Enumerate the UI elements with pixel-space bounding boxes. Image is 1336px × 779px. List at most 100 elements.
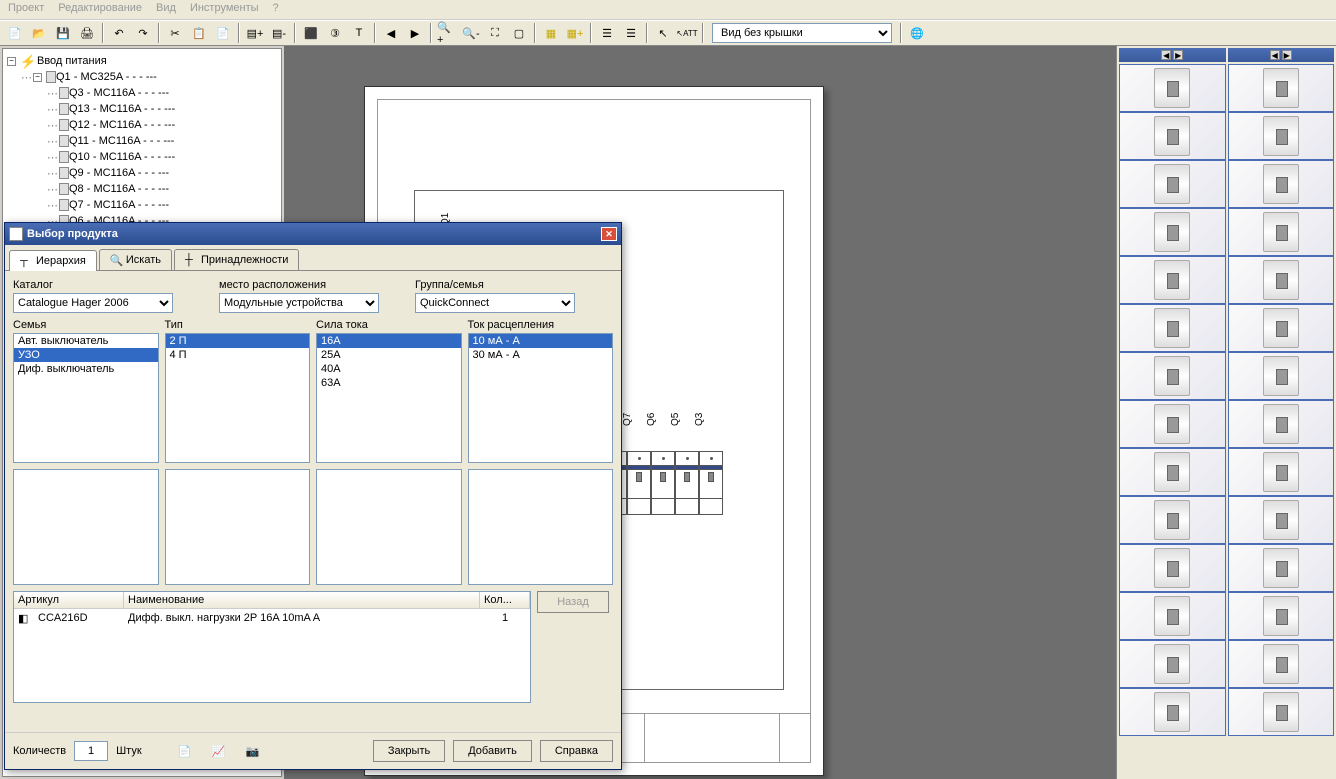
col-name[interactable]: Наименование <box>124 592 480 608</box>
list-item[interactable]: Авт. выключатель <box>14 334 158 348</box>
paste-icon[interactable]: 📄 <box>212 22 234 44</box>
menu-tools[interactable]: Инструменты <box>190 2 259 17</box>
copy-icon[interactable]: 📋 <box>188 22 210 44</box>
tab-search[interactable]: 🔍 Искать <box>99 249 172 270</box>
palette-item[interactable] <box>1228 304 1335 352</box>
breaker-q6[interactable] <box>651 451 675 515</box>
marker2-icon[interactable]: ③ <box>324 22 346 44</box>
list2-icon[interactable]: ☰ <box>620 22 642 44</box>
tree-item[interactable]: Q3 - MС116A - - - --- <box>69 87 169 99</box>
palette-item[interactable] <box>1119 640 1226 688</box>
table-row[interactable]: ◧ CCA216D Дифф. выкл. нагрузки 2P 16A 10… <box>14 609 530 628</box>
palette-item[interactable] <box>1228 448 1335 496</box>
tree-item[interactable]: Q8 - MС116A - - - --- <box>69 183 169 195</box>
breaker-q7[interactable] <box>627 451 651 515</box>
close-icon[interactable]: ✕ <box>601 227 617 241</box>
open-icon[interactable]: 📂 <box>28 22 50 44</box>
palette-item[interactable] <box>1228 640 1335 688</box>
help-button[interactable]: Справка <box>540 740 613 762</box>
palette-item[interactable] <box>1119 208 1226 256</box>
current-listbox[interactable]: 16A25A40A63A <box>316 333 462 463</box>
palette-item[interactable] <box>1228 112 1335 160</box>
page-next-icon[interactable]: ▶ <box>404 22 426 44</box>
tree-item[interactable]: Q12 - MС116A - - - --- <box>69 119 175 131</box>
tree-item[interactable]: Q7 - MС116A - - - --- <box>69 199 169 211</box>
palette-item[interactable] <box>1119 592 1226 640</box>
palette-item[interactable] <box>1119 352 1226 400</box>
tree-item-q1[interactable]: Q1 - MС325A - - - --- <box>56 71 157 83</box>
palette-item[interactable] <box>1228 208 1335 256</box>
globe-icon[interactable]: 🌐 <box>906 22 928 44</box>
list-item[interactable]: 2 П <box>166 334 310 348</box>
list-item[interactable]: 63A <box>317 376 461 390</box>
list-item[interactable]: 10 мА - A <box>469 334 613 348</box>
catalog-select[interactable]: Catalogue Hager 2006 <box>13 293 173 313</box>
palette-item[interactable] <box>1119 688 1226 736</box>
palette-item[interactable] <box>1228 64 1335 112</box>
tree-root-label[interactable]: Ввод питания <box>37 55 107 67</box>
palette-item[interactable] <box>1228 352 1335 400</box>
palette-item[interactable] <box>1119 256 1226 304</box>
menu-project[interactable]: Проект <box>8 2 44 17</box>
col-qty[interactable]: Кол... <box>480 592 530 608</box>
menu-help[interactable]: ? <box>273 2 279 17</box>
palette-item[interactable] <box>1228 592 1335 640</box>
palette-item[interactable] <box>1228 496 1335 544</box>
palette-item[interactable] <box>1119 304 1226 352</box>
undo-icon[interactable]: ↶ <box>108 22 130 44</box>
group-select[interactable]: QuickConnect <box>415 293 575 313</box>
tree-item[interactable]: Q9 - MС116A - - - --- <box>69 167 169 179</box>
chart-icon[interactable]: 📈 <box>206 739 232 763</box>
list-item[interactable]: Диф. выключатель <box>14 362 158 376</box>
cut-icon[interactable]: ✂ <box>164 22 186 44</box>
save-icon[interactable]: 💾 <box>52 22 74 44</box>
dialog-titlebar[interactable]: Выбор продукта ✕ <box>5 223 621 245</box>
palette-item[interactable] <box>1119 112 1226 160</box>
palette-item[interactable] <box>1119 160 1226 208</box>
breaker-q5[interactable] <box>675 451 699 515</box>
add-row-icon[interactable]: ▤+ <box>244 22 266 44</box>
print-icon[interactable]: 🖨 <box>76 22 98 44</box>
qty-input[interactable] <box>74 741 108 761</box>
page-prev-icon[interactable]: ◀ <box>380 22 402 44</box>
panel1-icon[interactable]: ▦ <box>540 22 562 44</box>
redo-icon[interactable]: ↷ <box>132 22 154 44</box>
results-table[interactable]: Артикул Наименование Кол... ◧ CCA216D Ди… <box>13 591 531 703</box>
list-item[interactable]: 40A <box>317 362 461 376</box>
close-button[interactable]: Закрыть <box>373 740 445 762</box>
menu-view[interactable]: Вид <box>156 2 176 17</box>
list-item[interactable]: 25A <box>317 348 461 362</box>
tab-accessories[interactable]: ┼ Принадлежности <box>174 249 299 270</box>
palette-item[interactable] <box>1228 256 1335 304</box>
scroll-right-icon[interactable]: ▶ <box>1282 50 1292 60</box>
pointer-icon[interactable]: ↖ <box>652 22 674 44</box>
tree-toggle-q1[interactable]: − <box>33 73 42 82</box>
list-item[interactable]: 4 П <box>166 348 310 362</box>
palette-item[interactable] <box>1119 400 1226 448</box>
tree-toggle-root[interactable]: − <box>7 57 16 66</box>
list-item[interactable]: 30 мА - A <box>469 348 613 362</box>
palette-item[interactable] <box>1119 544 1226 592</box>
tree-item[interactable]: Q13 - MС116A - - - --- <box>69 103 175 115</box>
zoom-out-icon[interactable]: 🔍- <box>460 22 482 44</box>
zoom-fit-icon[interactable]: ⛶ <box>484 22 506 44</box>
scroll-right-icon[interactable]: ▶ <box>1173 50 1183 60</box>
type-listbox[interactable]: 2 П4 П <box>165 333 311 463</box>
text-icon[interactable]: T <box>348 22 370 44</box>
marker1-icon[interactable]: ⬛ <box>300 22 322 44</box>
scroll-left-icon[interactable]: ◀ <box>1161 50 1171 60</box>
family-listbox[interactable]: Авт. выключательУЗОДиф. выключатель <box>13 333 159 463</box>
trip-listbox[interactable]: 10 мА - A30 мА - A <box>468 333 614 463</box>
menu-edit[interactable]: Редактирование <box>58 2 142 17</box>
new-icon[interactable]: 📄 <box>4 22 26 44</box>
del-row-icon[interactable]: ▤- <box>268 22 290 44</box>
zoom-in-icon[interactable]: 🔍+ <box>436 22 458 44</box>
palette-item[interactable] <box>1228 160 1335 208</box>
col-article[interactable]: Артикул <box>14 592 124 608</box>
camera-icon[interactable]: 📷 <box>240 739 266 763</box>
zoom-100-icon[interactable]: ▢ <box>508 22 530 44</box>
panel2-icon[interactable]: ▦+ <box>564 22 586 44</box>
breaker-q3[interactable] <box>699 451 723 515</box>
scroll-left-icon[interactable]: ◀ <box>1270 50 1280 60</box>
doc-icon[interactable]: 📄 <box>172 739 198 763</box>
